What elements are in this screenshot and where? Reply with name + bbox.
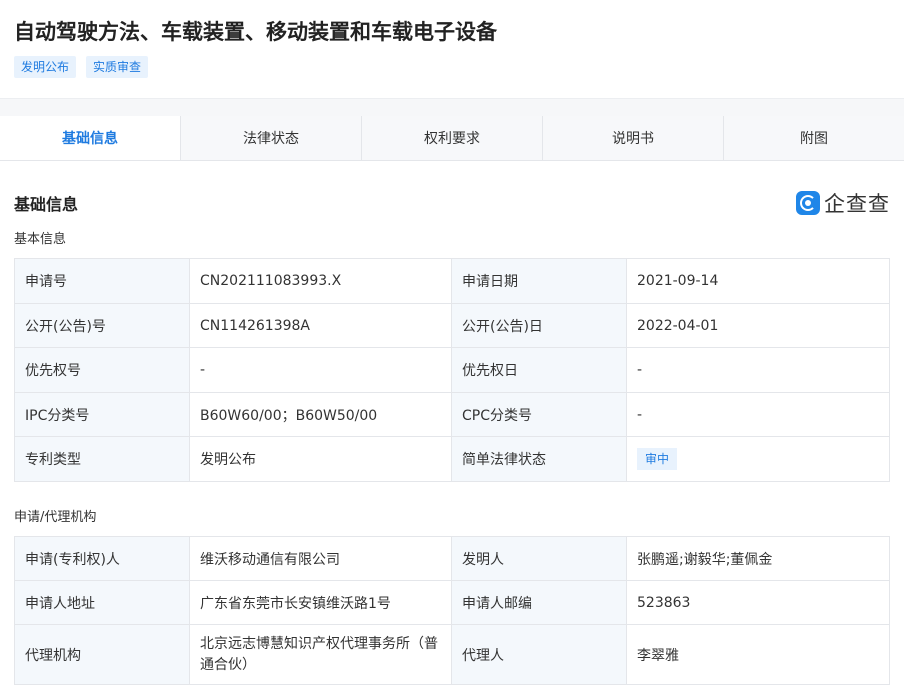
tag-list: 发明公布 实质审查 xyxy=(14,56,890,78)
page-header: 自动驾驶方法、车载装置、移动装置和车载电子设备 发明公布 实质审查 xyxy=(0,0,904,98)
label-applicant-address: 申请人地址 xyxy=(14,580,190,625)
label-ipc: IPC分类号 xyxy=(14,392,190,437)
label-inventors: 发明人 xyxy=(451,536,627,581)
table-row: 申请(专利权)人 维沃移动通信有限公司 发明人 张鹏遥;谢毅华;董佩金 xyxy=(14,536,890,581)
tag-substantive-examination[interactable]: 实质审查 xyxy=(86,56,149,78)
logo-text: 企查查 xyxy=(824,192,890,216)
value-agent: 李翠雅 xyxy=(626,624,890,685)
section-header: 基础信息 企查查 xyxy=(0,188,904,218)
table-row: 申请人地址 广东省东莞市长安镇维沃路1号 申请人邮编 523863 xyxy=(14,580,890,625)
status-badge: 审中 xyxy=(637,448,678,470)
tab-basic-info[interactable]: 基础信息 xyxy=(0,116,180,160)
table-row: 公开(公告)号 CN114261398A 公开(公告)日 2022-04-01 xyxy=(14,303,890,348)
tab-legal-status[interactable]: 法律状态 xyxy=(180,116,361,160)
label-legal-status: 简单法律状态 xyxy=(451,436,627,482)
value-legal-status: 审中 xyxy=(626,436,890,482)
basic-info-table: 申请号 CN202111083993.X 申请日期 2021-09-14 公开(… xyxy=(14,258,890,482)
page-title: 自动驾驶方法、车载装置、移动装置和车载电子设备 xyxy=(14,20,497,44)
qichacha-logo-icon xyxy=(796,191,820,215)
link-agency[interactable]: 北京远志博慧知识产权代理事务所（普通合伙） xyxy=(189,624,452,685)
value-ipc: B60W60/00；B60W50/00 xyxy=(189,392,452,437)
agency-table: 申请(专利权)人 维沃移动通信有限公司 发明人 张鹏遥;谢毅华;董佩金 申请人地… xyxy=(14,536,890,685)
value-publication-number: CN114261398A xyxy=(189,303,452,348)
table-row: 专利类型 发明公布 简单法律状态 审中 xyxy=(14,436,890,482)
label-agency: 代理机构 xyxy=(14,624,190,685)
label-cpc: CPC分类号 xyxy=(451,392,627,437)
link-applicant[interactable]: 维沃移动通信有限公司 xyxy=(189,536,452,581)
value-application-number: CN202111083993.X xyxy=(189,258,452,304)
label-priority-date: 优先权日 xyxy=(451,347,627,393)
label-application-number: 申请号 xyxy=(14,258,190,304)
tab-description[interactable]: 说明书 xyxy=(542,116,723,160)
qichacha-logo: 企查查 xyxy=(796,188,890,218)
value-postcode: 523863 xyxy=(626,580,890,625)
label-patent-type: 专利类型 xyxy=(14,436,190,482)
value-patent-type: 发明公布 xyxy=(189,436,452,482)
label-applicant: 申请(专利权)人 xyxy=(14,536,190,581)
agency-subtitle: 申请/代理机构 xyxy=(14,510,97,525)
tab-drawings[interactable]: 附图 xyxy=(723,116,904,160)
value-cpc: - xyxy=(626,392,890,437)
basic-info-subtitle: 基本信息 xyxy=(14,232,67,247)
value-applicant-address: 广东省东莞市长安镇维沃路1号 xyxy=(189,580,452,625)
value-priority-number: - xyxy=(189,347,452,393)
label-postcode: 申请人邮编 xyxy=(451,580,627,625)
tab-claims[interactable]: 权利要求 xyxy=(361,116,542,160)
label-priority-number: 优先权号 xyxy=(14,347,190,393)
label-application-date: 申请日期 xyxy=(451,258,627,304)
divider-band xyxy=(0,98,904,116)
tag-invention-publication[interactable]: 发明公布 xyxy=(14,56,77,78)
label-agent: 代理人 xyxy=(451,624,627,685)
table-row: IPC分类号 B60W60/00；B60W50/00 CPC分类号 - xyxy=(14,392,890,437)
table-row: 申请号 CN202111083993.X 申请日期 2021-09-14 xyxy=(14,258,890,304)
table-row: 代理机构 北京远志博慧知识产权代理事务所（普通合伙） 代理人 李翠雅 xyxy=(14,624,890,685)
tab-bar: 基础信息 法律状态 权利要求 说明书 附图 xyxy=(0,116,904,161)
value-inventors: 张鹏遥;谢毅华;董佩金 xyxy=(626,536,890,581)
value-priority-date: - xyxy=(626,347,890,393)
table-row: 优先权号 - 优先权日 - xyxy=(14,347,890,393)
value-publication-date: 2022-04-01 xyxy=(626,303,890,348)
label-publication-number: 公开(公告)号 xyxy=(14,303,190,348)
value-application-date: 2021-09-14 xyxy=(626,258,890,304)
label-publication-date: 公开(公告)日 xyxy=(451,303,627,348)
section-title: 基础信息 xyxy=(14,195,79,214)
